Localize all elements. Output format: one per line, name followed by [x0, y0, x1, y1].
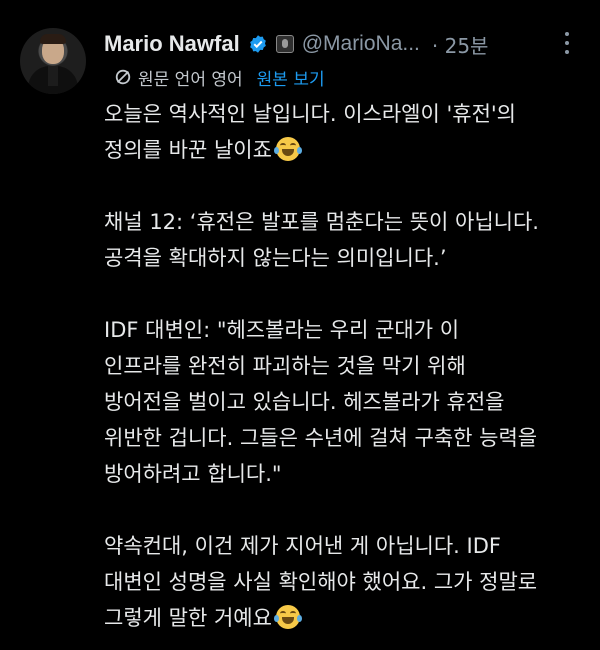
- tweet-line-blank: [104, 276, 588, 312]
- author-name[interactable]: Mario Nawfal: [104, 31, 240, 57]
- face-with-tears-of-joy-emoji: [273, 137, 302, 161]
- tweet-line: 그렇게 말한 거예요: [104, 600, 588, 636]
- tweet-line: 공격을 확대하지 않는다는 의미입니다.’: [104, 246, 447, 270]
- tweet-line-blank: [104, 168, 588, 204]
- tweet-text: 오늘은 역사적인 날입니다. 이스라엘이 '휴전'의 정의를 바꾼 날이죠 채널…: [104, 96, 588, 636]
- tweet-line: 약속컨대, 이건 제가 지어낸 게 아닙니다. IDF: [104, 534, 501, 558]
- tweet-line: 인프라를 완전히 파괴하는 것을 막기 위해: [104, 354, 466, 378]
- tweet-line: 오늘은 역사적인 날입니다. 이스라엘이 '휴전'의: [104, 102, 517, 126]
- more-options-icon[interactable]: [564, 32, 570, 54]
- show-original-link[interactable]: 원본 보기: [257, 65, 325, 90]
- translate-language-label: 원문 언어 영어: [138, 69, 243, 90]
- tweet-line: IDF 대변인: "헤즈볼라는 우리 군대가 이: [104, 318, 460, 342]
- tweet-line-blank: [104, 492, 588, 528]
- tweet-line: 대변인 성명을 사실 확인해야 했어요. 그가 정말로: [104, 570, 538, 594]
- author-handle[interactable]: @MarioNa...: [302, 32, 420, 56]
- timestamp[interactable]: · 25분: [432, 30, 489, 59]
- face-with-tears-of-joy-emoji: [273, 605, 302, 629]
- tweet-header: Mario Nawfal @MarioNa... · 25분: [104, 28, 580, 60]
- affiliate-badge-icon: [275, 35, 294, 53]
- tweet-line: 방어하려고 합니다.": [104, 462, 282, 486]
- tweet-line: 채널 12: ‘휴전은 발포를 멈춘다는 뜻이 아닙니다.: [104, 210, 539, 234]
- translation-bar: 원문 언어 영어 원본 보기: [114, 64, 325, 90]
- tweet-line: 위반한 겁니다. 그들은 수년에 걸쳐 구축한 능력을: [104, 426, 538, 450]
- tweet-line: 정의를 바꾼 날이죠: [104, 132, 588, 168]
- avatar[interactable]: [20, 28, 86, 94]
- translate-icon: [115, 69, 131, 85]
- verified-badge-icon: [249, 35, 266, 53]
- tweet-line: 방어전을 벌이고 있습니다. 헤즈볼라가 휴전을: [104, 390, 505, 414]
